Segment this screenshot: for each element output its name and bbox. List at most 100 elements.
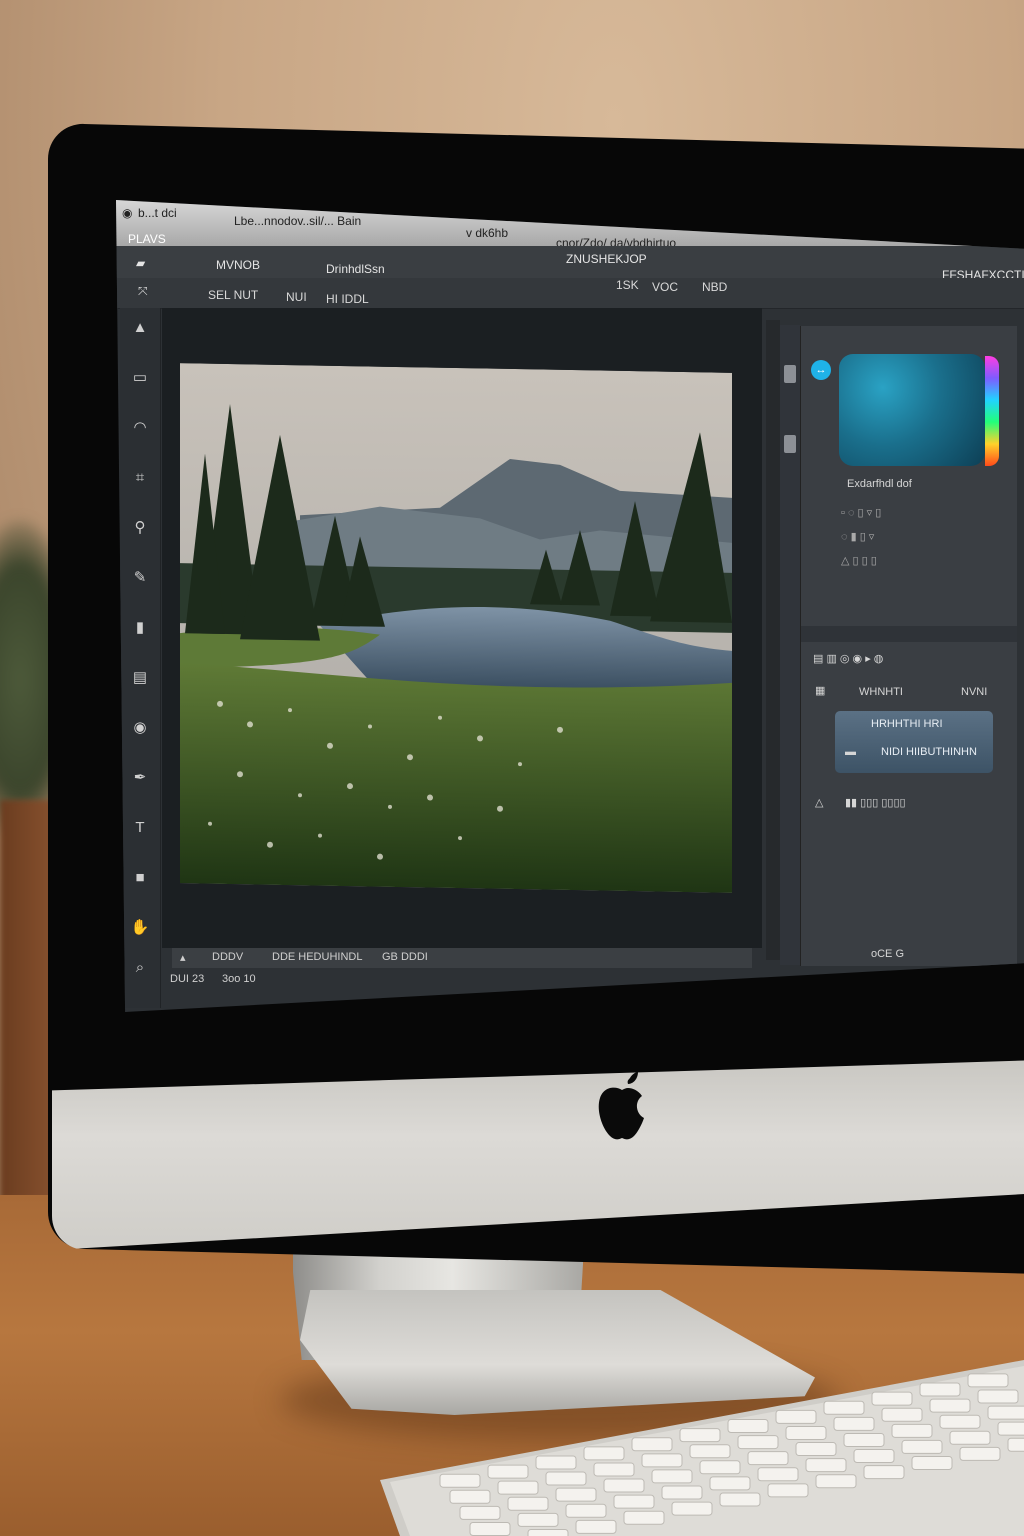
move-tool-icon[interactable]: ▲ xyxy=(130,318,150,338)
move-icon[interactable]: ⤧ xyxy=(138,284,148,299)
keyboard-key[interactable] xyxy=(555,1487,597,1502)
keyboard-key[interactable] xyxy=(719,1492,761,1507)
option-6[interactable]: NBD xyxy=(702,280,727,294)
keyboard-key[interactable] xyxy=(641,1453,683,1468)
zoom-level[interactable]: DDDV xyxy=(212,951,243,963)
keyboard-key[interactable] xyxy=(449,1489,491,1504)
folder-icon[interactable]: ▰ xyxy=(136,256,145,270)
hue-slider[interactable] xyxy=(985,356,999,466)
keyboard-key[interactable] xyxy=(767,1483,809,1498)
zoom-icon[interactable]: ⌕ xyxy=(130,958,150,978)
keyboard-key[interactable] xyxy=(679,1428,721,1443)
panel-footer[interactable]: oCE G xyxy=(871,948,904,960)
keyboard-key[interactable] xyxy=(671,1501,713,1516)
keyboard-key[interactable] xyxy=(843,1432,885,1447)
keyboard-key[interactable] xyxy=(439,1473,481,1488)
color-picker-icon[interactable]: ↔ xyxy=(811,360,831,380)
keyboard-key[interactable] xyxy=(661,1485,703,1500)
keyboard-key[interactable] xyxy=(535,1455,577,1470)
keyboard-key[interactable] xyxy=(565,1503,607,1518)
keyboard-key[interactable] xyxy=(805,1458,847,1473)
eyedropper-icon[interactable]: ⚲ xyxy=(130,518,150,538)
keyboard-key[interactable] xyxy=(863,1465,905,1480)
menu-item-3[interactable]: ZNUSHEKJOP xyxy=(566,252,647,266)
keyboard-key[interactable] xyxy=(469,1522,511,1536)
option-2[interactable]: NUI xyxy=(286,290,307,304)
layer-filter-icon[interactable]: ▦ xyxy=(815,684,825,697)
gradient-icon[interactable]: ▤ xyxy=(130,668,150,688)
status-arrow-icon[interactable]: ▴ xyxy=(180,951,186,964)
keyboard-key[interactable] xyxy=(631,1437,673,1452)
dodge-icon[interactable]: ◉ xyxy=(130,718,150,738)
adjust-row-icons[interactable]: ▫ ◌ ▯ ▿ ▯ xyxy=(841,506,881,519)
keyboard-key[interactable] xyxy=(775,1409,817,1424)
keyboard-key[interactable] xyxy=(689,1444,731,1459)
lasso-icon[interactable]: ◠ xyxy=(130,418,150,438)
keyboard-key[interactable] xyxy=(997,1421,1024,1436)
menu-item-1[interactable]: MVNOB xyxy=(216,258,260,272)
app-menu[interactable]: PLAVS xyxy=(128,232,166,246)
keyboard-key[interactable] xyxy=(507,1496,549,1511)
layers-toolbar-icons[interactable]: ▤ ▥ ◎ ◉ ▸ ◍ xyxy=(813,652,883,665)
layers-mode[interactable]: NVNI xyxy=(961,686,987,698)
keyboard-key[interactable] xyxy=(785,1425,827,1440)
keyboard-key[interactable] xyxy=(593,1462,635,1477)
keyboard-key[interactable] xyxy=(527,1528,569,1536)
keyboard-key[interactable] xyxy=(833,1416,875,1431)
option-5[interactable]: VOC xyxy=(652,280,678,294)
keyboard-key[interactable] xyxy=(939,1414,981,1429)
eraser-icon[interactable]: ▮ xyxy=(130,618,150,638)
keyboard-key[interactable] xyxy=(949,1430,991,1445)
dock-history-icon[interactable] xyxy=(784,365,796,383)
keyboard-key[interactable] xyxy=(487,1464,529,1479)
keyboard-key[interactable] xyxy=(709,1476,751,1491)
keyboard-key[interactable] xyxy=(737,1435,779,1450)
shape-icon[interactable]: ■ xyxy=(130,868,150,888)
keyboard-key[interactable] xyxy=(881,1407,923,1422)
keyboard-key[interactable] xyxy=(901,1439,943,1454)
layer-warning-icon[interactable]: △ xyxy=(815,796,823,809)
keyboard-key[interactable] xyxy=(815,1474,857,1489)
keyboard-key[interactable] xyxy=(987,1405,1024,1420)
color-field[interactable] xyxy=(839,354,985,466)
keyboard-key[interactable] xyxy=(919,1382,961,1397)
keyboard-key[interactable] xyxy=(891,1423,933,1438)
marquee-icon[interactable]: ▭ xyxy=(130,368,150,388)
keyboard-key[interactable] xyxy=(545,1471,587,1486)
keyboard-key[interactable] xyxy=(623,1510,665,1525)
dock-properties-icon[interactable] xyxy=(784,435,796,453)
keyboard-key[interactable] xyxy=(517,1512,559,1527)
layers-tab-bar[interactable] xyxy=(801,626,1017,642)
keyboard-key[interactable] xyxy=(959,1446,1001,1461)
keyboard-key[interactable] xyxy=(977,1389,1019,1404)
adjust-row-icons-3[interactable]: △ ▯ ▯ ▯ xyxy=(841,554,877,567)
keyboard-key[interactable] xyxy=(459,1505,501,1520)
adjust-row-icons-2[interactable]: ◌ ▮ ▯ ▿ xyxy=(841,530,874,543)
keyboard-key[interactable] xyxy=(651,1469,693,1484)
keyboard-key[interactable] xyxy=(823,1400,865,1415)
menu-item-2[interactable]: DrinhdlSsn xyxy=(326,262,385,276)
keyboard-key[interactable] xyxy=(757,1467,799,1482)
text-icon[interactable]: T xyxy=(130,818,150,838)
vertical-scrollbar[interactable] xyxy=(766,320,780,960)
canvas-area[interactable] xyxy=(162,308,762,948)
keyboard-key[interactable] xyxy=(747,1451,789,1466)
keyboard-key[interactable] xyxy=(575,1519,617,1534)
keyboard-key[interactable] xyxy=(613,1494,655,1509)
keyboard-key[interactable] xyxy=(603,1478,645,1493)
window-icon[interactable]: ◉ xyxy=(122,206,132,220)
keyboard-key[interactable] xyxy=(853,1449,895,1464)
keyboard[interactable] xyxy=(380,1360,1024,1536)
keyboard-key[interactable] xyxy=(497,1480,539,1495)
keyboard-key[interactable] xyxy=(583,1446,625,1461)
keyboard-key[interactable] xyxy=(929,1398,971,1413)
option-4[interactable]: 1SK xyxy=(616,278,639,292)
keyboard-key[interactable] xyxy=(727,1418,769,1433)
pen-icon[interactable]: ✒ xyxy=(130,768,150,788)
keyboard-key[interactable] xyxy=(795,1442,837,1457)
hand-icon[interactable]: ✋ xyxy=(130,918,150,938)
keyboard-key[interactable] xyxy=(967,1373,1009,1388)
crop-icon[interactable]: ⌗ xyxy=(130,468,150,488)
keyboard-key[interactable] xyxy=(911,1456,953,1471)
option-1[interactable]: SEL NUT xyxy=(208,288,258,302)
